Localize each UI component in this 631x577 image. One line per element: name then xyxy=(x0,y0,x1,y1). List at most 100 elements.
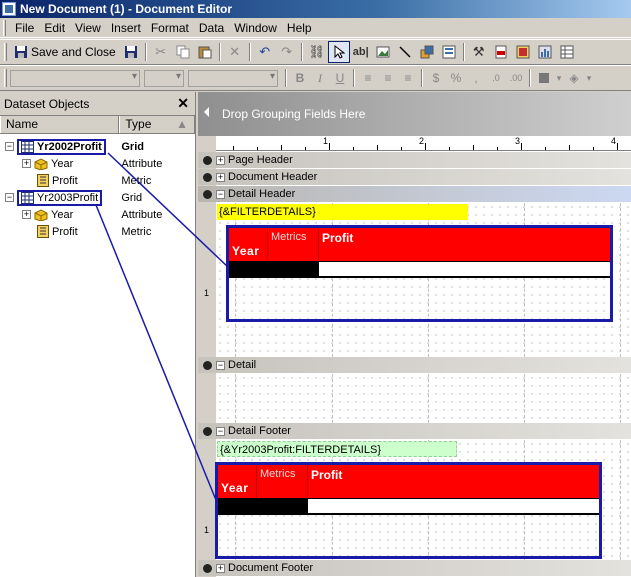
filter-details-field[interactable]: {&FILTERDETAILS} xyxy=(217,204,468,220)
menu-data[interactable]: Data xyxy=(194,21,229,35)
yr2003-filter-details-field[interactable]: {&Yr2003Profit:FILTERDETAILS} xyxy=(217,441,457,457)
bold-button[interactable]: B xyxy=(290,68,310,88)
collapse-icon[interactable]: − xyxy=(5,142,14,151)
text-field-button[interactable]: ab| xyxy=(350,41,372,63)
collapse-icon[interactable]: − xyxy=(216,189,225,199)
year-header-cell[interactable]: Year xyxy=(218,465,257,498)
tree-item-metric-profit[interactable]: Profit Metric xyxy=(0,172,195,189)
currency-button[interactable]: $ xyxy=(426,68,446,88)
shape-button[interactable] xyxy=(416,41,438,63)
image-button[interactable] xyxy=(372,41,394,63)
grouping-drop-zone[interactable]: Drop Grouping Fields Here xyxy=(198,92,631,136)
tools-button[interactable]: ⚒ xyxy=(468,41,490,63)
italic-button[interactable]: I xyxy=(310,68,330,88)
save-button[interactable] xyxy=(120,41,142,63)
tree-item-metric-profit[interactable]: Profit Metric xyxy=(0,223,195,240)
grid-graph-button[interactable] xyxy=(556,41,578,63)
section-document-footer[interactable]: + Document Footer xyxy=(198,560,631,576)
menu-insert[interactable]: Insert xyxy=(106,21,146,35)
attribute-icon xyxy=(34,157,48,170)
expand-icon[interactable]: + xyxy=(216,155,225,165)
pdf-icon xyxy=(495,45,507,59)
section-page-header[interactable]: + Page Header xyxy=(198,152,631,168)
profit-data-cell[interactable] xyxy=(319,261,610,277)
section-handle-icon[interactable] xyxy=(203,189,212,199)
font-size-dropdown[interactable] xyxy=(144,69,184,87)
select-tool-button[interactable] xyxy=(327,41,350,63)
line-button[interactable] xyxy=(394,41,416,63)
section-detail-footer[interactable]: − Detail Footer xyxy=(198,423,631,439)
metrics-header-cell[interactable]: Metrics xyxy=(268,228,319,261)
grid-yr2003profit[interactable]: Year Metrics Profit xyxy=(215,462,602,559)
collapse-icon[interactable]: − xyxy=(216,426,225,436)
line-icon xyxy=(399,46,411,58)
section-handle-icon[interactable] xyxy=(203,172,212,182)
menu-edit[interactable]: Edit xyxy=(39,21,70,35)
menu-view[interactable]: View xyxy=(70,21,106,35)
object-select-dropdown[interactable] xyxy=(10,69,140,87)
year-data-cell[interactable] xyxy=(229,261,319,277)
collapse-arrow-icon[interactable] xyxy=(204,107,209,117)
hyperlink-button[interactable]: ⛓ xyxy=(306,41,328,63)
expand-icon[interactable]: + xyxy=(22,159,31,168)
section-detail[interactable]: − Detail xyxy=(198,357,631,373)
section-handle-icon[interactable] xyxy=(203,155,212,165)
expand-icon[interactable]: + xyxy=(216,172,225,182)
expand-icon[interactable]: + xyxy=(216,563,225,573)
tree-item-attribute-year[interactable]: + Year Attribute xyxy=(0,206,195,223)
profit-data-cell[interactable] xyxy=(308,498,599,514)
font-name-dropdown[interactable] xyxy=(188,69,278,87)
profit-header-cell[interactable]: Profit xyxy=(319,228,610,261)
section-handle-icon[interactable] xyxy=(203,360,212,370)
fill-color-button[interactable]: ◈ xyxy=(564,68,584,88)
grid-report-button[interactable] xyxy=(512,41,534,63)
undo-button[interactable]: ↶ xyxy=(254,41,276,63)
comma-button[interactable]: , xyxy=(466,68,486,88)
collapse-icon[interactable]: − xyxy=(5,193,14,202)
tree-item-dataset-yr2003profit[interactable]: − Yr2003Profit Grid xyxy=(0,189,195,206)
name-column-header[interactable]: Name xyxy=(0,116,120,133)
percent-button[interactable]: % xyxy=(446,68,466,88)
formatting-toolbar: B I U ≡ ≡ ≡ $ % , .0 .00 ▾ ◈ ▾ xyxy=(0,65,631,91)
metrics-header-cell[interactable]: Metrics xyxy=(257,465,308,498)
tree-item-attribute-year[interactable]: + Year Attribute xyxy=(0,155,195,172)
delete-button[interactable]: ✕ xyxy=(224,41,246,63)
collapse-icon[interactable]: − xyxy=(216,360,225,370)
grid-yr2002profit[interactable]: Year Metrics Profit xyxy=(226,225,613,322)
detail-area[interactable] xyxy=(216,374,631,423)
underline-button[interactable]: U xyxy=(330,68,350,88)
year-data-cell[interactable] xyxy=(218,498,308,514)
align-right-button[interactable]: ≡ xyxy=(398,68,418,88)
export-pdf-button[interactable] xyxy=(490,41,512,63)
year-header-cell[interactable]: Year xyxy=(229,228,268,261)
section-document-header[interactable]: + Document Header xyxy=(198,169,631,185)
redo-button[interactable]: ↷ xyxy=(276,41,298,63)
save-and-close-button[interactable]: Save and Close xyxy=(10,41,120,63)
menu-window[interactable]: Window xyxy=(229,21,282,35)
tree-item-dataset-yr2002profit[interactable]: − Yr2002Profit Grid xyxy=(0,138,195,155)
section-handle-icon[interactable] xyxy=(203,563,212,573)
close-icon[interactable]: ✕ xyxy=(177,95,189,112)
align-left-button[interactable]: ≡ xyxy=(358,68,378,88)
expand-icon[interactable]: + xyxy=(22,210,31,219)
menu-file[interactable]: File xyxy=(10,21,39,35)
border-button[interactable] xyxy=(534,68,554,88)
menu-format[interactable]: Format xyxy=(146,21,194,35)
document-editor-canvas[interactable]: Drop Grouping Fields Here 1 2 3 4 + Page… xyxy=(198,92,631,577)
type-column-header[interactable]: Type ▲ xyxy=(119,116,195,133)
cut-button[interactable]: ✂ xyxy=(150,41,172,63)
border-dropdown[interactable]: ▾ xyxy=(554,68,564,88)
section-detail-header[interactable]: − Detail Header xyxy=(198,186,631,202)
fill-color-dropdown[interactable]: ▾ xyxy=(584,68,594,88)
menu-help[interactable]: Help xyxy=(282,21,317,35)
increase-decimal-button[interactable]: .00 xyxy=(506,68,526,88)
attribute-name: Year xyxy=(51,208,74,221)
align-center-button[interactable]: ≡ xyxy=(378,68,398,88)
graph-report-button[interactable] xyxy=(534,41,556,63)
copy-button[interactable] xyxy=(172,41,194,63)
decrease-decimal-button[interactable]: .0 xyxy=(486,68,506,88)
profit-header-cell[interactable]: Profit xyxy=(308,465,599,498)
section-handle-icon[interactable] xyxy=(203,426,212,436)
paste-button[interactable] xyxy=(194,41,216,63)
panel-button[interactable] xyxy=(438,41,460,63)
